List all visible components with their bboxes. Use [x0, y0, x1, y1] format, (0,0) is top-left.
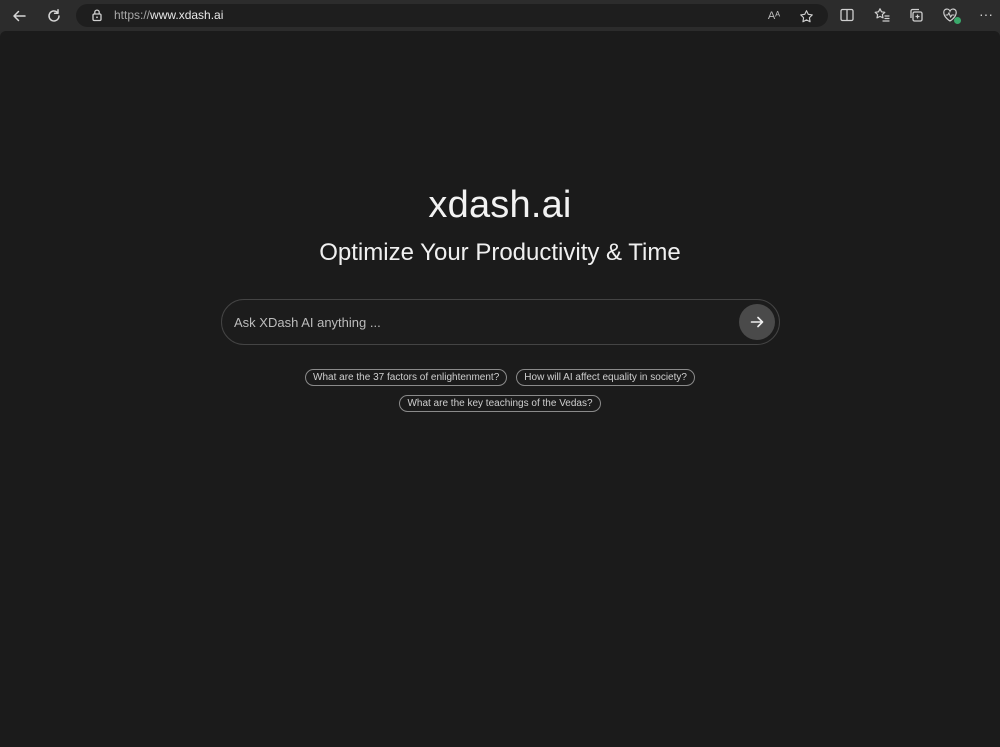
- lock-icon[interactable]: [90, 8, 104, 22]
- page-tagline: Optimize Your Productivity & Time: [319, 239, 681, 266]
- submit-button[interactable]: [739, 304, 775, 340]
- page-viewport: xdash.ai Optimize Your Productivity & Ti…: [0, 31, 1000, 747]
- address-bar[interactable]: https://www.xdash.ai Aᴬ: [76, 4, 828, 27]
- suggestion-chip[interactable]: What are the key teachings of the Vedas?: [399, 395, 601, 412]
- suggestion-chip[interactable]: What are the 37 factors of enlightenment…: [305, 369, 508, 386]
- split-screen-icon[interactable]: [837, 5, 857, 25]
- favorite-star-icon[interactable]: [797, 7, 815, 25]
- suggestion-row: What are the 37 factors of enlightenment…: [0, 369, 1000, 386]
- read-aloud-icon[interactable]: Aᴬ: [765, 7, 783, 25]
- refresh-button[interactable]: [42, 4, 66, 28]
- url-host: www.xdash.ai: [150, 8, 224, 22]
- browser-toolbar: https://www.xdash.ai Aᴬ ···: [0, 0, 1000, 31]
- suggestion-chip[interactable]: How will AI affect equality in society?: [516, 369, 695, 386]
- arrow-right-icon: [750, 316, 764, 328]
- search-box: [221, 299, 780, 345]
- favorites-list-icon[interactable]: [872, 5, 892, 25]
- url-text[interactable]: https://www.xdash.ai: [114, 8, 223, 23]
- back-button[interactable]: [7, 4, 31, 28]
- suggestion-chips: What are the 37 factors of enlightenment…: [0, 369, 1000, 421]
- status-badge: [954, 17, 961, 24]
- more-options-icon[interactable]: ···: [976, 4, 996, 24]
- suggestion-row: What are the key teachings of the Vedas?: [0, 395, 1000, 412]
- url-protocol: https://: [114, 8, 151, 22]
- brand-title: xdash.ai: [428, 184, 572, 226]
- search-input[interactable]: [234, 300, 734, 344]
- browser-essentials-icon[interactable]: [940, 5, 961, 25]
- back-arrow-icon: [13, 10, 26, 22]
- collections-icon[interactable]: [906, 5, 926, 25]
- refresh-icon: [48, 9, 60, 22]
